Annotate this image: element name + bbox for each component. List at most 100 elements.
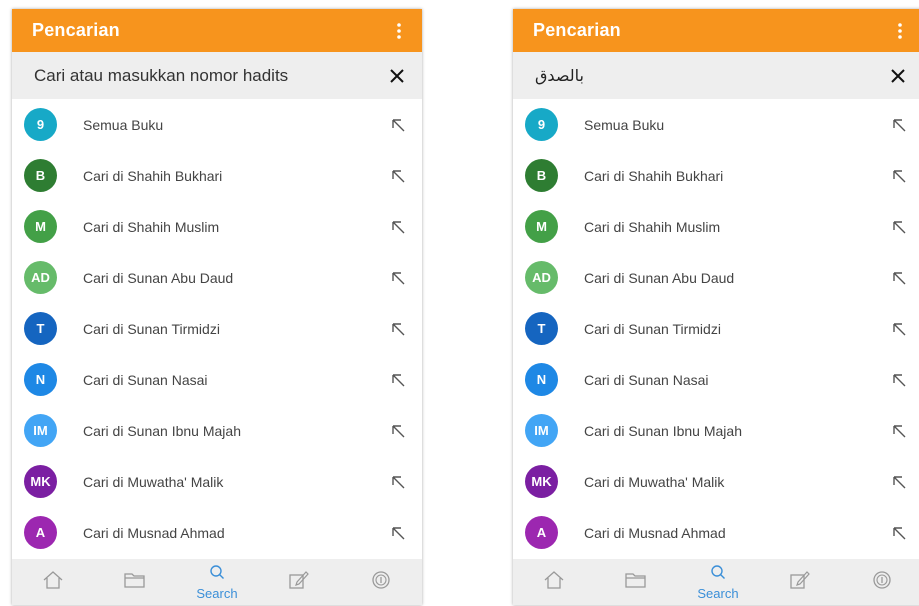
nav-info[interactable] — [852, 559, 912, 605]
list-item[interactable]: 9 Semua Buku — [513, 99, 919, 150]
fill-query-arrow-icon[interactable] — [388, 472, 408, 492]
fill-query-arrow-icon[interactable] — [889, 370, 909, 390]
edit-icon — [789, 570, 811, 595]
book-avatar: A — [525, 516, 558, 549]
edit-icon — [288, 570, 310, 595]
book-list: 9 Semua Buku B Cari di Shahih Bukhari M Cari … — [513, 99, 919, 558]
nav-home[interactable] — [23, 559, 83, 605]
clear-search-icon[interactable] — [386, 65, 408, 87]
book-avatar: AD — [525, 261, 558, 294]
nav-edit[interactable] — [770, 559, 830, 605]
book-list: 9 Semua Buku B Cari di Shahih Bukhari M Cari … — [12, 99, 422, 558]
book-label: Cari di Muwatha' Malik — [83, 473, 224, 490]
list-item[interactable]: 9 Semua Buku — [12, 99, 422, 150]
book-label: Cari di Sunan Ibnu Majah — [83, 422, 241, 439]
list-item[interactable]: AD Cari di Sunan Abu Daud — [513, 252, 919, 303]
book-label: Cari di Sunan Ibnu Majah — [584, 422, 742, 439]
book-avatar: M — [525, 210, 558, 243]
list-item[interactable]: B Cari di Shahih Bukhari — [12, 150, 422, 201]
list-item[interactable]: AD Cari di Sunan Abu Daud — [12, 252, 422, 303]
book-avatar: B — [525, 159, 558, 192]
book-label: Cari di Shahih Bukhari — [584, 167, 724, 184]
nav-search[interactable]: Search — [688, 559, 748, 605]
fill-query-arrow-icon[interactable] — [388, 523, 408, 543]
nav-home[interactable] — [524, 559, 584, 605]
more-options-icon[interactable] — [891, 20, 909, 42]
app-bar: Pencarian — [513, 9, 919, 52]
fill-query-arrow-icon[interactable] — [388, 115, 408, 135]
book-label: Cari di Musnad Ahmad — [83, 524, 225, 541]
fill-query-arrow-icon[interactable] — [889, 268, 909, 288]
nav-edit[interactable] — [269, 559, 329, 605]
book-avatar: 9 — [24, 108, 57, 141]
search-input[interactable] — [32, 64, 386, 87]
list-item[interactable]: N Cari di Sunan Nasai — [513, 354, 919, 405]
book-avatar: MK — [24, 465, 57, 498]
phone-screen-right: Pencarian 9 Semua Buku B Cari di Shahih Buk… — [513, 9, 919, 605]
book-avatar: N — [24, 363, 57, 396]
list-item[interactable]: IM Cari di Sunan Ibnu Majah — [12, 405, 422, 456]
list-item[interactable]: T Cari di Sunan Tirmidzi — [12, 303, 422, 354]
book-avatar: N — [525, 363, 558, 396]
book-avatar: A — [24, 516, 57, 549]
list-item[interactable]: MK Cari di Muwatha' Malik — [513, 456, 919, 507]
fill-query-arrow-icon[interactable] — [889, 115, 909, 135]
search-bar — [513, 52, 919, 99]
book-avatar: M — [24, 210, 57, 243]
fill-query-arrow-icon[interactable] — [388, 370, 408, 390]
book-label: Cari di Shahih Muslim — [83, 218, 220, 235]
list-item[interactable]: M Cari di Shahih Muslim — [12, 201, 422, 252]
fill-query-arrow-icon[interactable] — [889, 421, 909, 441]
list-item[interactable]: A Cari di Musnad Ahmad — [513, 507, 919, 558]
list-item[interactable]: M Cari di Shahih Muslim — [513, 201, 919, 252]
list-item[interactable]: MK Cari di Muwatha' Malik — [12, 456, 422, 507]
fill-query-arrow-icon[interactable] — [889, 217, 909, 237]
list-item[interactable]: A Cari di Musnad Ahmad — [12, 507, 422, 558]
fill-query-arrow-icon[interactable] — [889, 166, 909, 186]
bottom-nav: Search — [12, 559, 422, 605]
nav-search-label: Search — [196, 585, 238, 601]
more-options-icon[interactable] — [390, 20, 408, 42]
fill-query-arrow-icon[interactable] — [388, 268, 408, 288]
fill-query-arrow-icon[interactable] — [388, 166, 408, 186]
app-bar: Pencarian — [12, 9, 422, 52]
nav-search[interactable]: Search — [187, 559, 247, 605]
fill-query-arrow-icon[interactable] — [889, 523, 909, 543]
book-label: Cari di Sunan Tirmidzi — [584, 320, 721, 337]
info-icon — [872, 570, 892, 595]
book-label: Cari di Musnad Ahmad — [584, 524, 726, 541]
nav-folder[interactable] — [105, 559, 165, 605]
nav-folder[interactable] — [606, 559, 666, 605]
nav-search-label: Search — [697, 585, 739, 601]
book-label: Cari di Muwatha' Malik — [584, 473, 725, 490]
book-label: Cari di Shahih Muslim — [584, 218, 721, 235]
app-bar-title: Pencarian — [32, 20, 120, 40]
book-label: Cari di Sunan Abu Daud — [584, 269, 735, 286]
phone-screen-left: Pencarian 9 Semua Buku B Cari di Shahih Buk… — [12, 9, 422, 605]
home-icon — [543, 570, 565, 595]
search-bar — [12, 52, 422, 99]
list-item[interactable]: B Cari di Shahih Bukhari — [513, 150, 919, 201]
book-label: Cari di Sunan Nasai — [83, 371, 208, 388]
clear-search-icon[interactable] — [887, 65, 909, 87]
search-input[interactable] — [533, 65, 879, 86]
folder-icon — [123, 571, 147, 594]
list-item[interactable]: T Cari di Sunan Tirmidzi — [513, 303, 919, 354]
fill-query-arrow-icon[interactable] — [889, 472, 909, 492]
book-avatar: T — [525, 312, 558, 345]
fill-query-arrow-icon[interactable] — [388, 319, 408, 339]
list-item[interactable]: IM Cari di Sunan Ibnu Majah — [513, 405, 919, 456]
app-bar-title: Pencarian — [533, 20, 621, 40]
book-avatar: B — [24, 159, 57, 192]
book-avatar: IM — [24, 414, 57, 447]
search-icon — [209, 564, 225, 585]
book-label: Cari di Sunan Abu Daud — [83, 269, 234, 286]
book-avatar: MK — [525, 465, 558, 498]
fill-query-arrow-icon[interactable] — [388, 421, 408, 441]
book-label: Cari di Sunan Nasai — [584, 371, 709, 388]
info-icon — [371, 570, 391, 595]
fill-query-arrow-icon[interactable] — [388, 217, 408, 237]
nav-info[interactable] — [351, 559, 411, 605]
fill-query-arrow-icon[interactable] — [889, 319, 909, 339]
list-item[interactable]: N Cari di Sunan Nasai — [12, 354, 422, 405]
